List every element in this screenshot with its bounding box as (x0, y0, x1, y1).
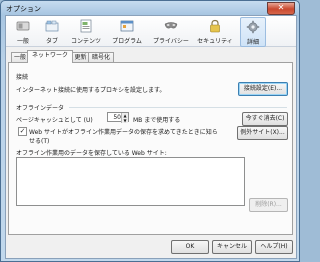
notify-offline-checkbox[interactable]: ✓ (18, 127, 27, 136)
tab-security[interactable]: セキュリティ (194, 17, 236, 45)
content-icon (80, 19, 92, 33)
notify-offline-label-line1: Web サイトがオフライン作業用データの保存を求めてきたときに知ら (29, 129, 218, 136)
options-window: オプション ✕ 一般 タブ コンテンツ プログラム プライバシー セキュリティ … (0, 0, 300, 262)
close-button[interactable]: ✕ (267, 2, 295, 15)
cache-size-label: ページキャッシュとして (U) (16, 117, 93, 124)
tab-general-label: 一般 (16, 38, 29, 45)
gear-icon (246, 20, 260, 34)
offline-divider (69, 107, 287, 108)
connection-description: インターネット接続に使用するプロキシを設定します。 (16, 87, 166, 94)
offline-data-heading: オフラインデータ (16, 105, 65, 112)
tab-tabs[interactable]: タブ (40, 17, 64, 45)
notify-offline-label-line2: せる(T) (29, 138, 50, 145)
tab-applications[interactable]: プログラム (108, 17, 146, 45)
offline-sites-list[interactable] (16, 157, 245, 206)
connection-settings-button[interactable]: 接続設定(E)... (238, 82, 288, 96)
applications-icon (120, 20, 134, 32)
cache-size-stepper[interactable]: 50 ▲ ▼ (107, 112, 129, 123)
remove-button[interactable]: 削除(R)... (249, 198, 288, 212)
clear-now-button[interactable]: 今すぐ消去(C) (242, 112, 288, 126)
advanced-subtabs: 一般 ネットワーク 更新 暗号化 (8, 50, 294, 63)
ok-button[interactable]: OK (171, 240, 209, 254)
stepper-arrows-icon[interactable]: ▲ ▼ (121, 113, 128, 123)
switch-icon (16, 21, 30, 31)
tab-advanced[interactable]: 詳細 (240, 17, 266, 47)
subtab-network[interactable]: ネットワーク (27, 50, 73, 63)
window-title: オプション (6, 5, 41, 13)
help-button[interactable]: ヘルプ(H) (255, 240, 293, 254)
dialog-client-area: 一般 タブ コンテンツ プログラム プライバシー セキュリティ 詳細 一般 ネッ… (5, 15, 297, 259)
tab-privacy[interactable]: プライバシー (150, 17, 192, 45)
tab-security-label: セキュリティ (197, 38, 233, 45)
padlock-icon (210, 19, 220, 33)
network-panel: 接続 インターネット接続に使用するプロキシを設定します。 接続設定(E)... … (8, 62, 293, 235)
cache-size-value: 50 (113, 114, 121, 121)
connection-heading: 接続 (16, 74, 29, 81)
offline-sites-label: オフライン作業用のデータを保存している Web サイト: (16, 150, 167, 157)
tab-content-label: コンテンツ (70, 38, 101, 45)
tab-applications-label: プログラム (112, 38, 142, 45)
tabs-icon (45, 20, 59, 32)
tab-general[interactable]: 一般 (10, 17, 36, 45)
privacy-mask-icon (164, 22, 178, 29)
tab-advanced-label: 詳細 (246, 39, 259, 46)
category-toolbar: 一般 タブ コンテンツ プログラム プライバシー セキュリティ 詳細 (6, 16, 296, 47)
tab-content[interactable]: コンテンツ (66, 17, 106, 45)
tab-tabs-label: タブ (45, 38, 58, 45)
cache-size-unit: MB まで使用する (133, 117, 181, 124)
cancel-button[interactable]: キャンセル (212, 240, 252, 254)
exceptions-button[interactable]: 例外サイト(X)... (237, 126, 288, 140)
tab-privacy-label: プライバシー (153, 38, 189, 45)
title-bar[interactable]: オプション ✕ (1, 1, 299, 15)
